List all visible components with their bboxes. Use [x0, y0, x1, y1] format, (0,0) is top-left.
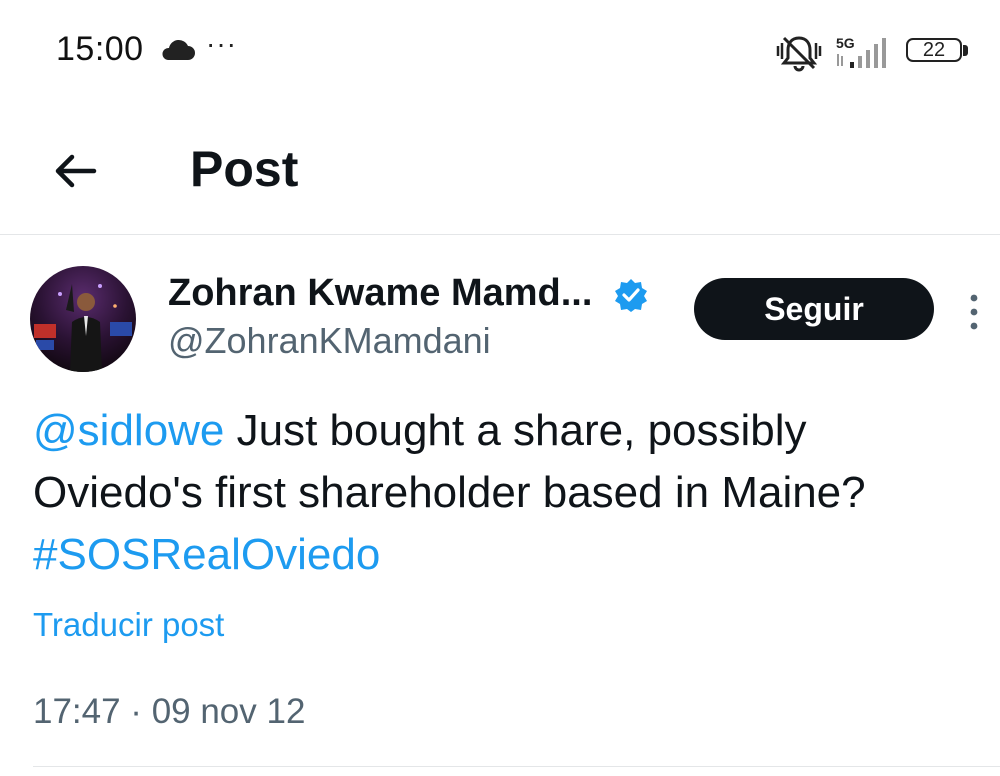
- status-time: 15:00: [56, 30, 144, 68]
- user-handle[interactable]: @ZohranKMamdani: [168, 320, 491, 362]
- display-name[interactable]: Zohran Kwame Mamd...: [168, 272, 592, 315]
- follow-button[interactable]: Seguir: [694, 278, 934, 340]
- status-overflow-dots: ···: [206, 28, 237, 59]
- top-app-bar: Post: [0, 110, 1000, 235]
- network-label: 5G: [836, 35, 855, 51]
- avatar[interactable]: [30, 266, 136, 372]
- post-author: Zohran Kwame Mamd... @ZohranKMamdani Seg…: [0, 236, 1000, 386]
- battery-tip: [963, 45, 968, 56]
- divider: [33, 766, 1000, 767]
- translate-post-link[interactable]: Traducir post: [33, 606, 224, 644]
- more-options-icon[interactable]: [964, 292, 984, 332]
- page-title: Post: [190, 141, 299, 197]
- status-bar: 15:00 ··· 5G 22: [0, 0, 1000, 110]
- mention-link[interactable]: @sidlowe: [33, 406, 224, 455]
- battery-icon: 22: [906, 38, 972, 66]
- hashtag-link[interactable]: #SOSRealOviedo: [33, 530, 380, 579]
- post-text: @sidlowe Just bought a share, possibly O…: [33, 400, 983, 586]
- verified-badge-icon: [615, 279, 647, 312]
- cloud-icon: [162, 39, 195, 60]
- bell-muted-icon: [776, 36, 822, 72]
- arrow-left-icon[interactable]: [50, 146, 100, 196]
- post-timestamp[interactable]: 17:47 · 09 nov 12: [33, 692, 305, 732]
- signal-icon: 5G: [836, 35, 886, 68]
- battery-level: 22: [906, 38, 962, 62]
